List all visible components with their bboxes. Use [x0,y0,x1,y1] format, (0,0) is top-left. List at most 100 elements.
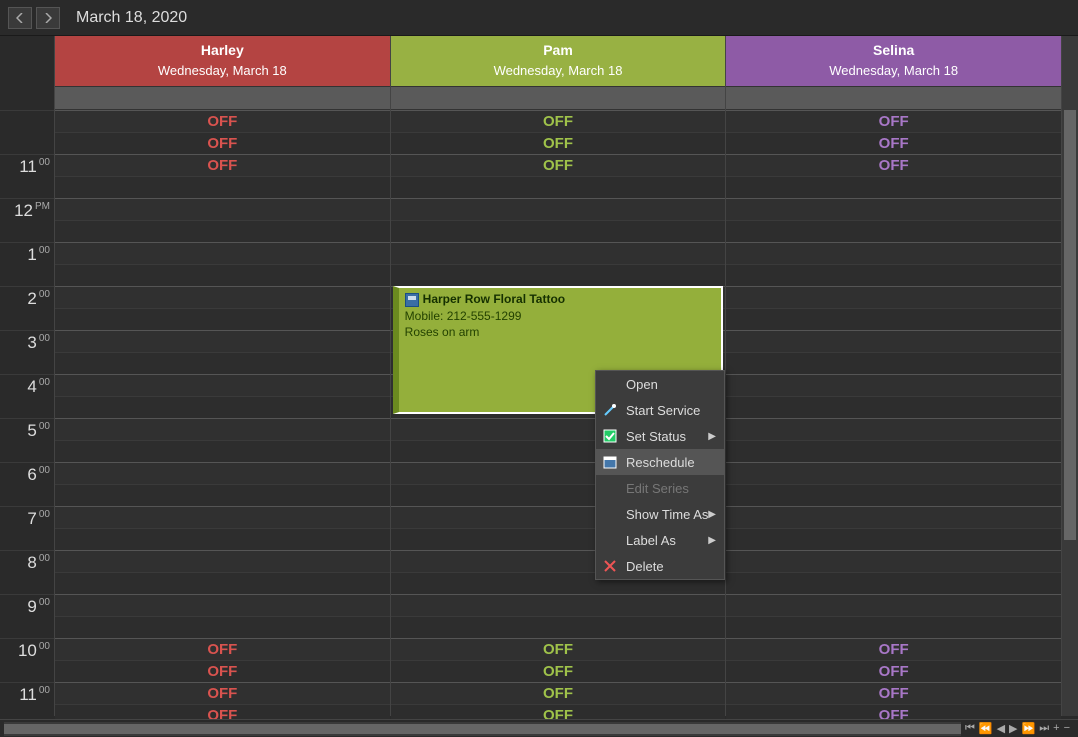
time-slot[interactable]: OFF [726,682,1061,704]
next-fast-icon[interactable]: ⏩ [1022,722,1036,735]
time-slot[interactable] [726,462,1061,484]
time-slot[interactable] [726,418,1061,440]
time-slot[interactable]: OFF [726,132,1061,154]
prev-fast-icon[interactable]: ⏪ [979,722,993,735]
time-slot[interactable] [55,198,390,220]
time-slot[interactable]: OFF [55,154,390,176]
time-slot[interactable] [55,352,390,374]
time-slot[interactable]: OFF [391,154,726,176]
time-slot[interactable] [55,440,390,462]
time-slot[interactable]: OFF [391,682,726,704]
time-slot[interactable] [726,242,1061,264]
time-slot[interactable]: OFF [726,110,1061,132]
time-slot[interactable] [726,550,1061,572]
time-slot[interactable]: OFF [726,638,1061,660]
time-slot[interactable] [391,198,726,220]
time-slot[interactable] [726,220,1061,242]
time-slot[interactable] [55,286,390,308]
time-slot[interactable] [391,242,726,264]
time-slot[interactable] [55,264,390,286]
time-slot[interactable] [55,176,390,198]
column-header: PamWednesday, March 18 [391,36,726,86]
time-slot[interactable]: OFF [726,154,1061,176]
menu-item-start-service[interactable]: Start Service [596,397,724,423]
scrollbar-thumb[interactable] [4,724,961,734]
time-slot[interactable] [726,506,1061,528]
time-slot[interactable]: OFF [391,132,726,154]
time-slot[interactable] [55,528,390,550]
time-slot[interactable] [55,242,390,264]
time-slot[interactable] [55,484,390,506]
menu-item-label-as[interactable]: Label As▶ [596,527,724,553]
first-icon[interactable]: ⏮ [965,722,975,735]
time-slot[interactable] [55,572,390,594]
time-slot[interactable]: OFF [726,660,1061,682]
time-slot[interactable] [726,396,1061,418]
time-slot[interactable] [726,572,1061,594]
time-slot[interactable]: OFF [55,660,390,682]
time-slot[interactable] [55,308,390,330]
time-slot[interactable] [726,374,1061,396]
menu-item-reschedule[interactable]: Reschedule [596,449,724,475]
allday-row[interactable] [391,86,726,110]
submenu-arrow-icon: ▶ [708,509,716,520]
time-slot[interactable] [55,462,390,484]
time-slot[interactable] [391,594,726,616]
time-slot[interactable]: OFF [55,682,390,704]
time-slot[interactable] [726,264,1061,286]
time-label: 200 [0,286,54,330]
time-slot[interactable] [726,176,1061,198]
time-slot[interactable]: OFF [55,638,390,660]
time-label: 300 [0,330,54,374]
next-icon[interactable]: ▶ [1009,722,1017,735]
time-slot[interactable] [55,594,390,616]
scrollbar-thumb[interactable] [1064,110,1076,540]
time-slot[interactable] [726,198,1061,220]
time-slot[interactable] [726,352,1061,374]
time-slot[interactable] [55,330,390,352]
menu-item-delete[interactable]: Delete [596,553,724,579]
time-slot[interactable] [726,330,1061,352]
time-slot[interactable] [55,418,390,440]
allday-row[interactable] [726,86,1061,110]
time-label: 100 [0,242,54,286]
time-slot[interactable] [55,374,390,396]
time-slot[interactable]: OFF [55,110,390,132]
next-day-button[interactable] [36,7,60,29]
time-slot[interactable] [726,528,1061,550]
menu-item-label: Show Time As [626,507,708,522]
appointment-context-menu[interactable]: OpenStart ServiceSet Status▶RescheduleEd… [595,370,725,580]
time-slot[interactable] [726,594,1061,616]
time-slot[interactable]: OFF [391,638,726,660]
time-slot[interactable]: OFF [391,660,726,682]
time-slot[interactable]: OFF [391,110,726,132]
time-slot[interactable] [55,506,390,528]
bottombar: ⏮ ⏪ ◀ ▶ ⏩ ⏭ + − [0,719,1078,737]
menu-item-open[interactable]: Open [596,371,724,397]
menu-item-set-status[interactable]: Set Status▶ [596,423,724,449]
time-slot[interactable] [55,616,390,638]
time-slot[interactable] [55,220,390,242]
prev-day-button[interactable] [8,7,32,29]
time-slot[interactable] [726,286,1061,308]
time-slot[interactable] [391,616,726,638]
menu-item-show-time-as[interactable]: Show Time As▶ [596,501,724,527]
allday-row[interactable] [55,86,390,110]
vertical-scrollbar[interactable] [1062,36,1078,716]
time-slot[interactable] [391,176,726,198]
time-slot[interactable] [726,484,1061,506]
chevron-left-icon [16,13,24,23]
plus-icon[interactable]: + [1053,722,1059,735]
time-slot[interactable] [726,308,1061,330]
horizontal-scrollbar[interactable] [4,722,961,736]
time-slot[interactable] [391,220,726,242]
last-icon[interactable]: ⏭ [1039,722,1049,735]
time-slot[interactable] [726,440,1061,462]
time-slot[interactable] [726,616,1061,638]
time-slot[interactable] [55,550,390,572]
time-slot[interactable] [391,264,726,286]
time-slot[interactable]: OFF [55,132,390,154]
time-slot[interactable] [55,396,390,418]
prev-icon[interactable]: ◀ [997,722,1005,735]
minus-icon[interactable]: − [1064,722,1070,735]
